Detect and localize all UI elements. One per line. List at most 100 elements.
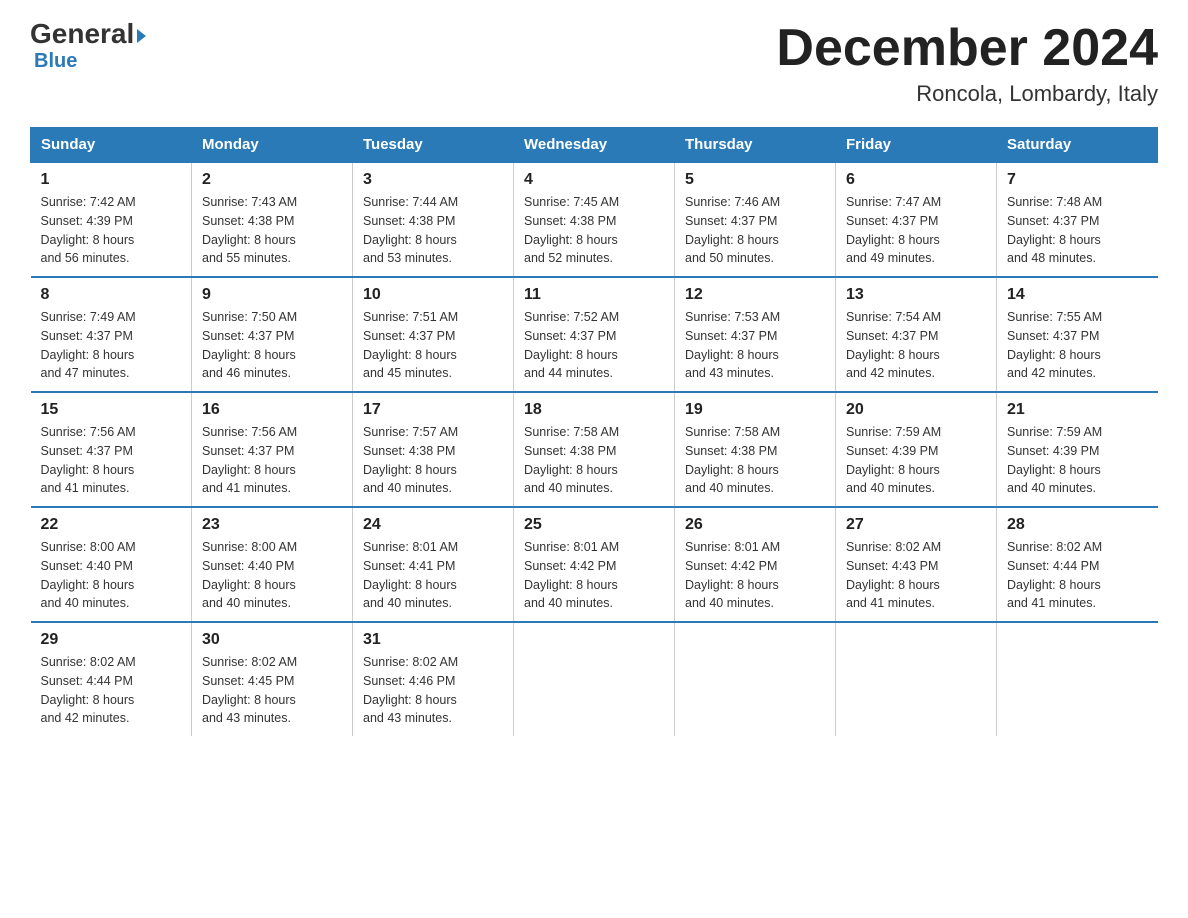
day-info: Sunrise: 7:57 AMSunset: 4:38 PMDaylight:…	[363, 423, 503, 498]
calendar-cell: 14 Sunrise: 7:55 AMSunset: 4:37 PMDayligh…	[997, 277, 1158, 392]
day-number: 30	[202, 631, 342, 649]
day-number: 26	[685, 516, 825, 534]
logo: General Blue	[30, 20, 146, 73]
day-number: 23	[202, 516, 342, 534]
calendar-week-row: 22 Sunrise: 8:00 AMSunset: 4:40 PMDayligh…	[31, 507, 1158, 622]
calendar-cell: 17 Sunrise: 7:57 AMSunset: 4:38 PMDayligh…	[353, 392, 514, 507]
calendar-header-row: SundayMondayTuesdayWednesdayThursdayFrid…	[31, 128, 1158, 163]
day-info: Sunrise: 8:01 AMSunset: 4:41 PMDaylight:…	[363, 538, 503, 613]
calendar-week-row: 29Sunrise: 8:02 AMSunset: 4:44 PMDayligh…	[31, 622, 1158, 736]
day-number: 10	[363, 286, 503, 304]
day-info: Sunrise: 7:58 AMSunset: 4:38 PMDaylight:…	[685, 423, 825, 498]
day-info: Sunrise: 7:43 AMSunset: 4:38 PMDaylight:…	[202, 193, 342, 268]
day-number: 13	[846, 286, 986, 304]
calendar-cell: 6 Sunrise: 7:47 AMSunset: 4:37 PMDaylight…	[836, 162, 997, 277]
day-number: 6	[846, 171, 986, 189]
day-number: 15	[41, 401, 182, 419]
day-number: 24	[363, 516, 503, 534]
day-number: 7	[1007, 171, 1148, 189]
calendar-week-row: 1 Sunrise: 7:42 AMSunset: 4:39 PMDaylight…	[31, 162, 1158, 277]
page-subtitle: Roncola, Lombardy, Italy	[776, 81, 1158, 107]
calendar-cell: 28 Sunrise: 8:02 AMSunset: 4:44 PMDayligh…	[997, 507, 1158, 622]
day-number: 25	[524, 516, 664, 534]
day-number: 5	[685, 171, 825, 189]
day-info: Sunrise: 8:02 AMSunset: 4:46 PMDaylight:…	[363, 653, 503, 728]
day-number: 12	[685, 286, 825, 304]
day-info: Sunrise: 7:51 AMSunset: 4:37 PMDaylight:…	[363, 308, 503, 383]
logo-general: General	[30, 20, 146, 48]
calendar-cell: 9 Sunrise: 7:50 AMSunset: 4:37 PMDaylight…	[192, 277, 353, 392]
calendar-cell: 20 Sunrise: 7:59 AMSunset: 4:39 PMDayligh…	[836, 392, 997, 507]
calendar-cell: 24 Sunrise: 8:01 AMSunset: 4:41 PMDayligh…	[353, 507, 514, 622]
day-info: Sunrise: 7:53 AMSunset: 4:37 PMDaylight:…	[685, 308, 825, 383]
calendar-cell: 12 Sunrise: 7:53 AMSunset: 4:37 PMDayligh…	[675, 277, 836, 392]
day-info: Sunrise: 7:48 AMSunset: 4:37 PMDaylight:…	[1007, 193, 1148, 268]
day-number: 29	[41, 631, 182, 649]
calendar-cell	[675, 622, 836, 736]
calendar-cell: 23 Sunrise: 8:00 AMSunset: 4:40 PMDayligh…	[192, 507, 353, 622]
day-number: 31	[363, 631, 503, 649]
calendar-cell: 19 Sunrise: 7:58 AMSunset: 4:38 PMDayligh…	[675, 392, 836, 507]
day-info: Sunrise: 7:56 AMSunset: 4:37 PMDaylight:…	[202, 423, 342, 498]
calendar-cell: 22Sunrise: 8:00 AMSunset: 4:40 PMDayligh…	[31, 507, 192, 622]
day-number: 1	[41, 171, 182, 189]
calendar-header-friday: Friday	[836, 128, 997, 163]
day-info: Sunrise: 7:49 AMSunset: 4:37 PMDaylight:…	[41, 308, 182, 383]
page-header: General Blue December 2024 Roncola, Lomb…	[30, 20, 1158, 107]
day-number: 22	[41, 516, 182, 534]
calendar-cell	[836, 622, 997, 736]
day-info: Sunrise: 7:45 AMSunset: 4:38 PMDaylight:…	[524, 193, 664, 268]
day-info: Sunrise: 7:59 AMSunset: 4:39 PMDaylight:…	[1007, 423, 1148, 498]
day-number: 21	[1007, 401, 1148, 419]
day-info: Sunrise: 7:54 AMSunset: 4:37 PMDaylight:…	[846, 308, 986, 383]
day-number: 16	[202, 401, 342, 419]
calendar-cell	[997, 622, 1158, 736]
title-block: December 2024 Roncola, Lombardy, Italy	[776, 20, 1158, 107]
day-info: Sunrise: 7:42 AMSunset: 4:39 PMDaylight:…	[41, 193, 182, 268]
day-number: 4	[524, 171, 664, 189]
day-info: Sunrise: 8:00 AMSunset: 4:40 PMDaylight:…	[202, 538, 342, 613]
day-info: Sunrise: 8:02 AMSunset: 4:44 PMDaylight:…	[1007, 538, 1148, 613]
day-number: 14	[1007, 286, 1148, 304]
calendar-cell: 30 Sunrise: 8:02 AMSunset: 4:45 PMDayligh…	[192, 622, 353, 736]
calendar-table: SundayMondayTuesdayWednesdayThursdayFrid…	[30, 127, 1158, 736]
calendar-cell: 8 Sunrise: 7:49 AMSunset: 4:37 PMDaylight…	[31, 277, 192, 392]
day-number: 19	[685, 401, 825, 419]
calendar-cell: 11Sunrise: 7:52 AMSunset: 4:37 PMDayligh…	[514, 277, 675, 392]
day-info: Sunrise: 8:02 AMSunset: 4:45 PMDaylight:…	[202, 653, 342, 728]
day-info: Sunrise: 7:46 AMSunset: 4:37 PMDaylight:…	[685, 193, 825, 268]
calendar-cell: 7 Sunrise: 7:48 AMSunset: 4:37 PMDaylight…	[997, 162, 1158, 277]
calendar-cell: 16 Sunrise: 7:56 AMSunset: 4:37 PMDayligh…	[192, 392, 353, 507]
logo-blue: Blue	[34, 50, 77, 73]
day-number: 17	[363, 401, 503, 419]
calendar-cell: 15 Sunrise: 7:56 AMSunset: 4:37 PMDayligh…	[31, 392, 192, 507]
day-number: 2	[202, 171, 342, 189]
calendar-cell: 25 Sunrise: 8:01 AMSunset: 4:42 PMDayligh…	[514, 507, 675, 622]
calendar-cell: 13 Sunrise: 7:54 AMSunset: 4:37 PMDayligh…	[836, 277, 997, 392]
calendar-header-wednesday: Wednesday	[514, 128, 675, 163]
calendar-header-sunday: Sunday	[31, 128, 192, 163]
day-info: Sunrise: 7:50 AMSunset: 4:37 PMDaylight:…	[202, 308, 342, 383]
day-number: 3	[363, 171, 503, 189]
day-info: Sunrise: 7:47 AMSunset: 4:37 PMDaylight:…	[846, 193, 986, 268]
calendar-cell: 5 Sunrise: 7:46 AMSunset: 4:37 PMDaylight…	[675, 162, 836, 277]
calendar-cell: 10 Sunrise: 7:51 AMSunset: 4:37 PMDayligh…	[353, 277, 514, 392]
day-number: 28	[1007, 516, 1148, 534]
day-number: 9	[202, 286, 342, 304]
calendar-week-row: 15 Sunrise: 7:56 AMSunset: 4:37 PMDayligh…	[31, 392, 1158, 507]
calendar-header-tuesday: Tuesday	[353, 128, 514, 163]
day-info: Sunrise: 7:56 AMSunset: 4:37 PMDaylight:…	[41, 423, 182, 498]
calendar-week-row: 8 Sunrise: 7:49 AMSunset: 4:37 PMDaylight…	[31, 277, 1158, 392]
day-number: 20	[846, 401, 986, 419]
day-info: Sunrise: 7:59 AMSunset: 4:39 PMDaylight:…	[846, 423, 986, 498]
calendar-cell: 18Sunrise: 7:58 AMSunset: 4:38 PMDayligh…	[514, 392, 675, 507]
day-info: Sunrise: 7:52 AMSunset: 4:37 PMDaylight:…	[524, 308, 664, 383]
day-number: 18	[524, 401, 664, 419]
day-number: 8	[41, 286, 182, 304]
calendar-header-thursday: Thursday	[675, 128, 836, 163]
calendar-cell: 31 Sunrise: 8:02 AMSunset: 4:46 PMDayligh…	[353, 622, 514, 736]
day-info: Sunrise: 7:55 AMSunset: 4:37 PMDaylight:…	[1007, 308, 1148, 383]
day-info: Sunrise: 8:01 AMSunset: 4:42 PMDaylight:…	[524, 538, 664, 613]
day-info: Sunrise: 7:44 AMSunset: 4:38 PMDaylight:…	[363, 193, 503, 268]
calendar-cell	[514, 622, 675, 736]
